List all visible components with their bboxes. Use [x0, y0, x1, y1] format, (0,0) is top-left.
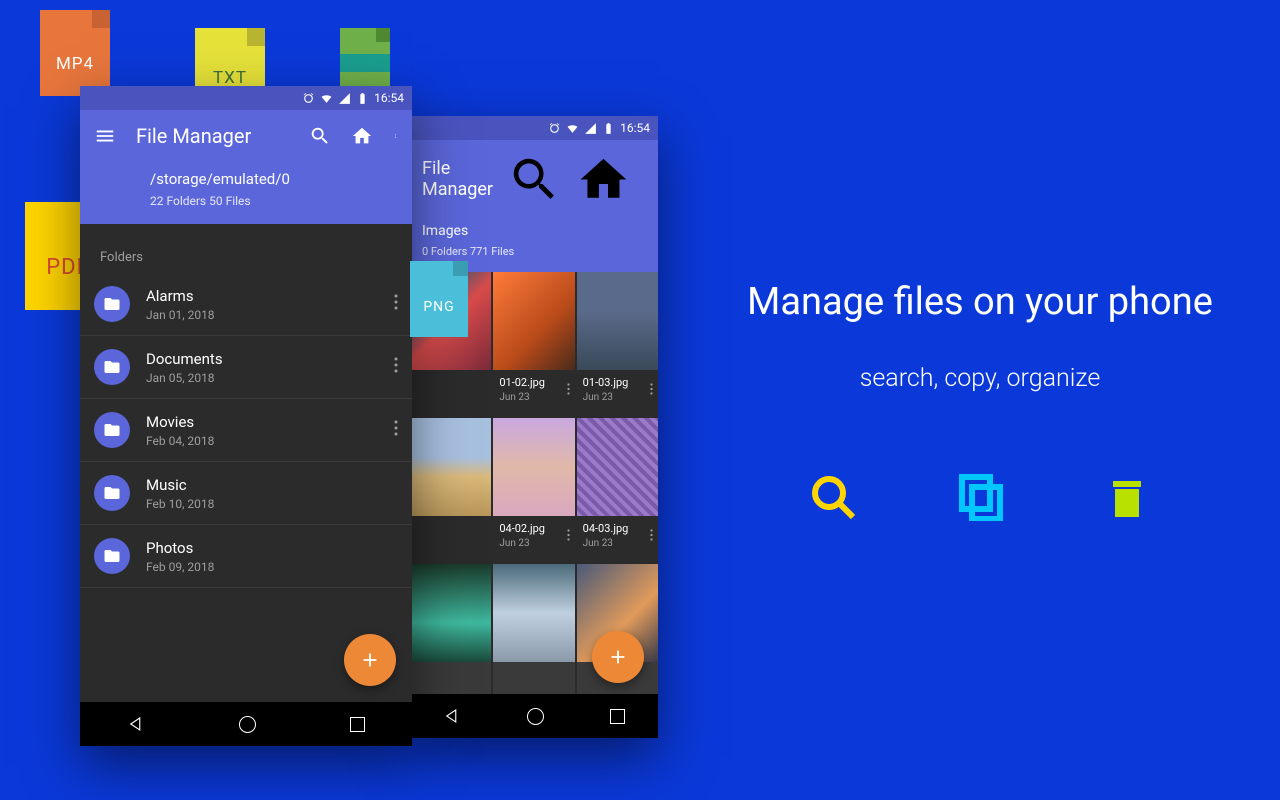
folder-icon: [94, 538, 130, 574]
item-more-icon[interactable]: [567, 526, 570, 545]
counts: 0 Folders 771 Files: [422, 245, 646, 258]
alarm-icon: [548, 122, 561, 135]
search-icon[interactable]: [507, 152, 562, 207]
wifi-icon: [320, 92, 333, 105]
signal-icon: [338, 92, 351, 105]
home-icon[interactable]: [576, 152, 631, 207]
app-bar: File Manager /storage/emulated/0 22 Fold…: [80, 110, 412, 224]
back-icon[interactable]: [127, 715, 145, 733]
folder-row[interactable]: Photos Feb 09, 2018: [80, 525, 412, 588]
row-more-icon[interactable]: [394, 420, 398, 440]
home-nav-icon[interactable]: [239, 716, 256, 733]
folder-date: Feb 04, 2018: [146, 434, 378, 448]
badge-mp4: MP4: [40, 10, 110, 96]
folder-date: Feb 10, 2018: [146, 497, 398, 511]
status-bar: 16:54: [410, 116, 658, 140]
path: Images: [422, 223, 646, 239]
subheadline: search, copy, organize: [720, 364, 1240, 393]
copy-feature-icon: [956, 473, 1004, 521]
folder-date: Feb 09, 2018: [146, 560, 398, 574]
status-time: 16:54: [620, 121, 650, 135]
more-icon[interactable]: [645, 179, 646, 180]
grid-item[interactable]: 01-02.jpgJun 23: [493, 272, 574, 416]
more-icon[interactable]: [393, 125, 398, 147]
alarm-icon: [302, 92, 315, 105]
app-title: File Manager: [422, 158, 493, 200]
recent-nav-icon[interactable]: [350, 717, 365, 732]
search-feature-icon: [809, 473, 857, 521]
app-bar: File Manager Images 0 Folders 771 Files: [410, 140, 658, 272]
app-title: File Manager: [136, 124, 289, 148]
folder-name: Alarms: [146, 287, 378, 305]
back-icon[interactable]: [443, 707, 461, 725]
folder-row[interactable]: Movies Feb 04, 2018: [80, 399, 412, 462]
folder-row[interactable]: Alarms Jan 01, 2018: [80, 273, 412, 336]
folder-icon: [94, 286, 130, 322]
status-bar: 16:54: [80, 86, 412, 110]
trash-feature-icon: [1103, 473, 1151, 521]
grid-item[interactable]: [493, 564, 574, 708]
search-icon[interactable]: [309, 125, 331, 147]
folder-icon: [94, 475, 130, 511]
signal-icon: [584, 122, 597, 135]
grid-item[interactable]: 04-03.jpgJun 23: [577, 418, 658, 562]
phone-screenshot-folders: 16:54 File Manager /storage/emulated/0 2…: [80, 86, 412, 746]
android-nav-bar: [80, 702, 412, 746]
row-more-icon[interactable]: [394, 357, 398, 377]
section-label: Folders: [80, 224, 412, 273]
battery-icon: [356, 92, 369, 105]
row-more-icon[interactable]: [394, 294, 398, 314]
fab-add[interactable]: [344, 634, 396, 686]
folder-name: Photos: [146, 539, 398, 557]
counts: 22 Folders 50 Files: [150, 194, 398, 208]
battery-icon: [602, 122, 615, 135]
phone-screenshot-images: 16:54 File Manager Images 0 Folders 771 …: [410, 116, 658, 738]
folder-name: Movies: [146, 413, 378, 431]
android-nav-bar: [410, 694, 658, 738]
marketing-text: Manage files on your phone search, copy,…: [720, 280, 1240, 521]
folder-date: Jan 05, 2018: [146, 371, 378, 385]
folder-date: Jan 01, 2018: [146, 308, 378, 322]
folder-name: Music: [146, 476, 398, 494]
folder-row[interactable]: Documents Jan 05, 2018: [80, 336, 412, 399]
folder-list: Folders Alarms Jan 01, 2018 Documents Jan …: [80, 224, 412, 588]
fab-add[interactable]: [592, 631, 644, 683]
home-icon[interactable]: [351, 125, 373, 147]
grid-item[interactable]: 01-03.jpgJun 23: [577, 272, 658, 416]
badge-png: PNG: [410, 261, 468, 337]
folder-row[interactable]: Music Feb 10, 2018: [80, 462, 412, 525]
menu-icon[interactable]: [94, 125, 116, 147]
folder-name: Documents: [146, 350, 378, 368]
grid-item[interactable]: 04-02.jpgJun 23: [493, 418, 574, 562]
grid-item[interactable]: [410, 564, 491, 708]
home-nav-icon[interactable]: [527, 708, 544, 725]
folder-icon: [94, 349, 130, 385]
recent-nav-icon[interactable]: [610, 709, 625, 724]
item-more-icon[interactable]: [650, 526, 653, 545]
item-more-icon[interactable]: [567, 380, 570, 399]
grid-item[interactable]: [410, 418, 491, 562]
folder-icon: [94, 412, 130, 448]
badge-spreadsheet: [340, 28, 390, 88]
headline: Manage files on your phone: [720, 280, 1240, 324]
status-time: 16:54: [374, 91, 404, 105]
path: /storage/emulated/0: [150, 170, 398, 188]
item-more-icon[interactable]: [650, 380, 653, 399]
wifi-icon: [566, 122, 579, 135]
